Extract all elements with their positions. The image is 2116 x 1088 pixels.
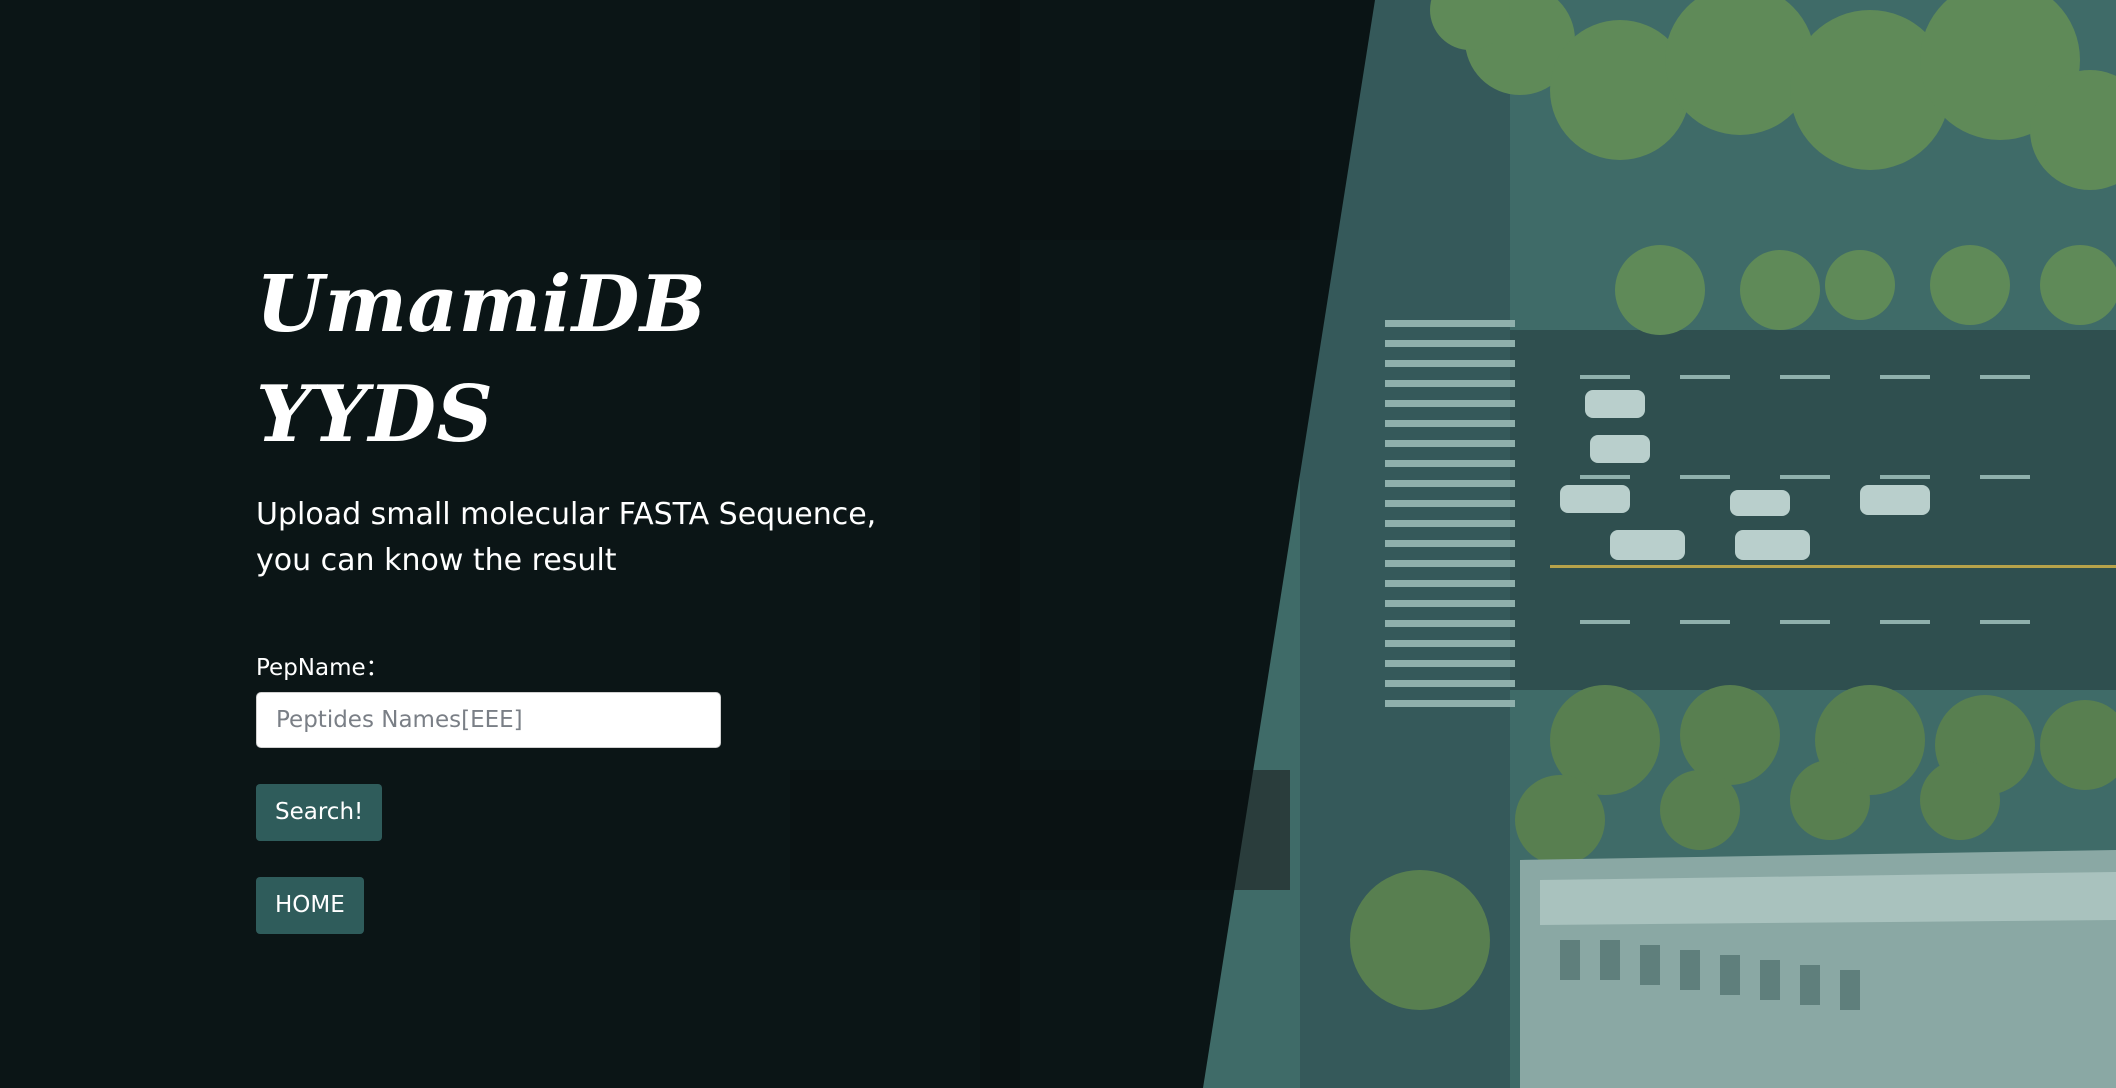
- pep-name-label: PepName：: [256, 655, 389, 681]
- page: UmamiDB YYDS Upload small molecular FAST…: [0, 0, 2116, 1088]
- hero-subtitle: Upload small molecular FASTA Sequence, y…: [256, 497, 877, 578]
- search-button[interactable]: Search!: [256, 784, 383, 841]
- hero-content: UmamiDB YYDS Upload small molecular FAST…: [256, 250, 956, 934]
- site-title: UmamiDB YYDS: [256, 259, 707, 460]
- home-button-row: HOME: [256, 877, 956, 934]
- pep-name-input[interactable]: [256, 692, 721, 748]
- pep-search-form: PepName： Search! HOME: [256, 654, 956, 934]
- home-button[interactable]: HOME: [256, 877, 364, 934]
- search-button-row: Search!: [256, 784, 956, 841]
